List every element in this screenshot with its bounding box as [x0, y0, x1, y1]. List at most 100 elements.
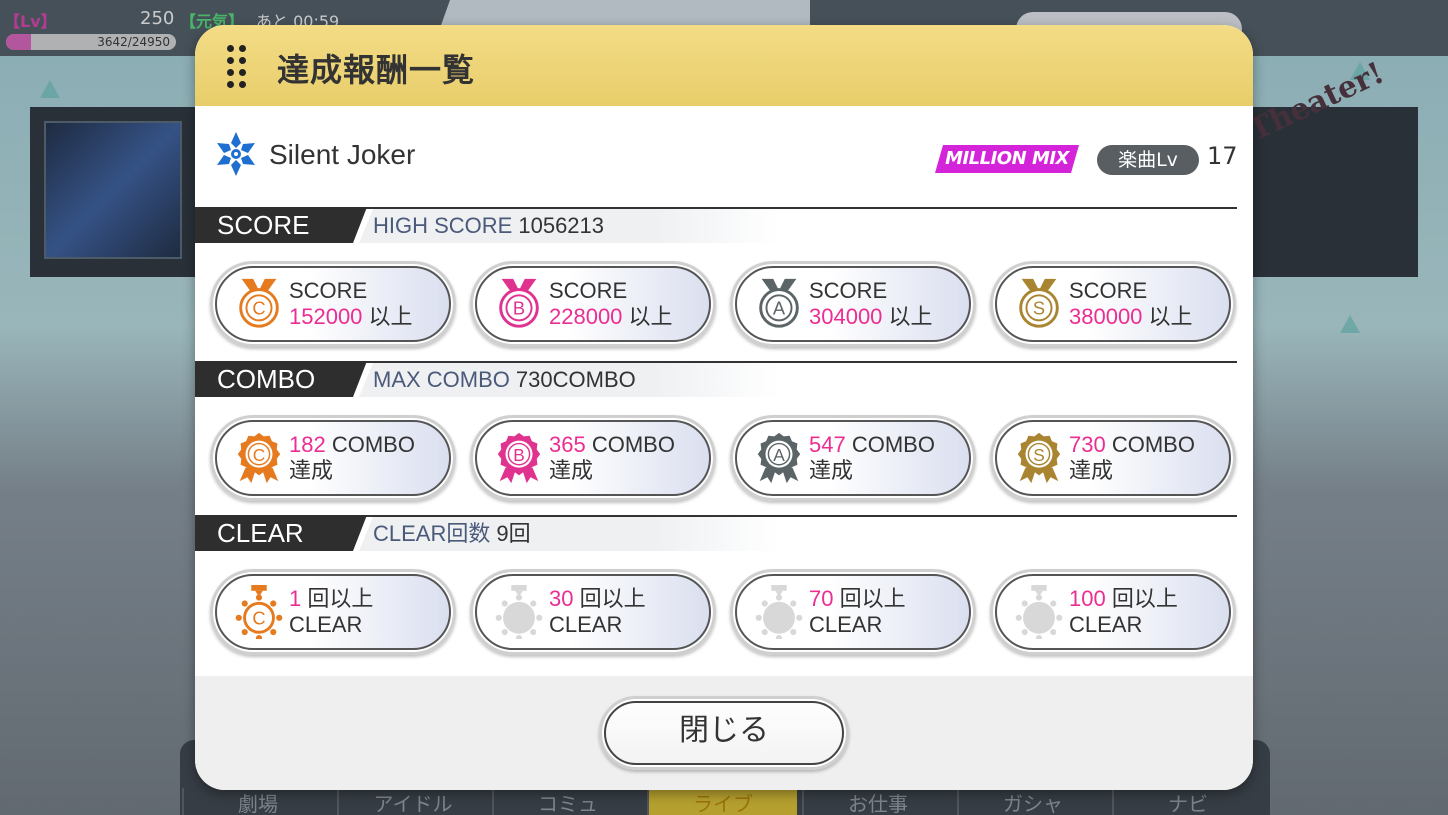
section-label: SCORE	[195, 207, 367, 243]
medal-s-icon: S	[1019, 278, 1059, 328]
reward-condition: 152000 以上	[289, 304, 413, 330]
snowflake-icon	[217, 132, 255, 176]
rosette-b-icon: B	[497, 432, 541, 484]
reward-condition: 1 回以上	[289, 586, 373, 612]
reward-condition: 30 回以上	[549, 586, 646, 612]
close-button[interactable]: 閉じる	[599, 696, 849, 770]
reward-label: 達成	[549, 458, 593, 484]
reward-suffix: 以上	[888, 304, 933, 329]
rosette-a-icon: A	[757, 432, 801, 484]
combo-reward-card[interactable]: S 730 COMBO 達成	[990, 415, 1236, 501]
medal-a-icon: A	[759, 278, 799, 328]
reward-status: 達成	[549, 458, 594, 483]
rosette-s-icon: S	[1017, 432, 1061, 484]
svg-text:S: S	[1033, 445, 1045, 465]
reward-threshold: 30	[549, 586, 574, 611]
reward-label: SCORE	[1069, 278, 1147, 304]
reward-label: CLEAR	[1069, 612, 1142, 638]
clear-reward-card[interactable]: C 1 回以上 CLEAR	[210, 569, 456, 655]
reward-threshold: 730	[1069, 432, 1106, 457]
modal-footer: 閉じる	[195, 676, 1253, 790]
svg-text:S: S	[1033, 298, 1045, 319]
reward-status: 達成	[289, 458, 334, 483]
stat-value: 730COMBO	[515, 367, 636, 392]
reward-threshold: 365	[549, 432, 586, 457]
reward-status: CLEAR	[1069, 612, 1143, 637]
reward-threshold: 70	[809, 586, 834, 611]
combo-reward-card[interactable]: A 547 COMBO 達成	[730, 415, 976, 501]
section-label: COMBO	[195, 361, 367, 397]
reward-suffix: 以上	[628, 304, 673, 329]
svg-text:A: A	[773, 298, 786, 319]
close-button-label: 閉じる	[679, 713, 769, 748]
reward-label: 達成	[1069, 458, 1113, 484]
song-info: Silent Joker MILLION MIX 楽曲Lv 17	[195, 129, 1253, 187]
reward-suffix: 以上	[368, 304, 413, 329]
score-reward-card[interactable]: C SCORE 152000 以上	[210, 261, 456, 347]
reward-condition: 228000 以上	[549, 304, 673, 330]
clear-count: CLEAR回数 9回	[359, 517, 779, 551]
reward-status: CLEAR	[549, 612, 623, 637]
reward-threshold: 228000	[549, 304, 623, 329]
stat-key: HIGH SCORE	[373, 213, 513, 238]
clear-reward-card[interactable]: 70 回以上 CLEAR	[730, 569, 976, 655]
stat-key: CLEAR回数	[373, 521, 491, 546]
reward-label: SCORE	[289, 278, 367, 304]
reward-suffix: COMBO	[591, 432, 675, 457]
reward-label: 達成	[809, 458, 853, 484]
reward-suffix: 回以上	[307, 586, 374, 611]
reward-status: CLEAR	[289, 612, 363, 637]
combo-reward-card[interactable]: C 182 COMBO 達成	[210, 415, 456, 501]
reward-condition: 100 回以上	[1069, 586, 1178, 612]
modal-header: 達成報酬一覧	[195, 25, 1253, 106]
sun-medal-locked-icon	[755, 585, 803, 639]
song-level-value: 17	[1207, 142, 1238, 170]
reward-condition: 304000 以上	[809, 304, 933, 330]
reward-threshold: 100	[1069, 586, 1106, 611]
max-combo: MAX COMBO 730COMBO	[359, 363, 779, 397]
modal-title: 達成報酬一覧	[277, 51, 476, 89]
difficulty-badge: MILLION MIX	[935, 145, 1079, 173]
stat-value: 1056213	[518, 213, 605, 238]
combo-rewards: C 182 COMBO 達成 B 365 COMBO 達成 A 547 COMBO 達成 S 730…	[195, 415, 1253, 505]
reward-type: SCORE	[1069, 278, 1148, 303]
song-title: Silent Joker	[269, 139, 416, 170]
score-reward-card[interactable]: S SCORE 380000 以上	[990, 261, 1236, 347]
reward-suffix: 回以上	[839, 586, 906, 611]
reward-condition: 365 COMBO	[549, 432, 675, 458]
sun-medal-locked-icon	[1015, 585, 1063, 639]
svg-text:C: C	[253, 445, 266, 465]
combo-section-header: COMBO MAX COMBO 730COMBO	[195, 361, 1253, 397]
combo-reward-card[interactable]: B 365 COMBO 達成	[470, 415, 716, 501]
reward-type: SCORE	[289, 278, 368, 303]
score-section-header: SCORE HIGH SCORE 1056213	[195, 207, 1253, 243]
clear-rewards: C1 回以上 CLEAR 30 回以上 CLEAR 70 回以上 CLEAR 100 回以上…	[195, 569, 1253, 659]
song-level-label: 楽曲Lv	[1097, 145, 1199, 175]
reward-threshold: 380000	[1069, 304, 1143, 329]
reward-condition: 182 COMBO	[289, 432, 415, 458]
section-label: CLEAR	[195, 515, 367, 551]
reward-condition: 380000 以上	[1069, 304, 1193, 330]
reward-type: SCORE	[809, 278, 888, 303]
svg-text:B: B	[513, 298, 525, 319]
reward-type: SCORE	[549, 278, 628, 303]
reward-label: 達成	[289, 458, 333, 484]
reward-condition: 547 COMBO	[809, 432, 935, 458]
reward-suffix: 以上	[1148, 304, 1193, 329]
reward-suffix: COMBO	[331, 432, 415, 457]
high-score: HIGH SCORE 1056213	[359, 209, 779, 243]
medal-b-icon: B	[499, 278, 539, 328]
reward-suffix: 回以上	[579, 586, 646, 611]
reward-condition: 730 COMBO	[1069, 432, 1195, 458]
reward-threshold: 152000	[289, 304, 363, 329]
score-reward-card[interactable]: A SCORE 304000 以上	[730, 261, 976, 347]
stat-value: 9回	[496, 521, 531, 546]
score-rewards: C SCORE 152000 以上 B SCORE 228000 以上 A SCORE 3040…	[195, 261, 1253, 351]
clear-reward-card[interactable]: 100 回以上 CLEAR	[990, 569, 1236, 655]
score-reward-card[interactable]: B SCORE 228000 以上	[470, 261, 716, 347]
sun-medal-c-icon: C	[235, 585, 283, 639]
svg-text:B: B	[513, 445, 525, 465]
reward-suffix: COMBO	[1111, 432, 1195, 457]
clear-section-header: CLEAR CLEAR回数 9回	[195, 515, 1253, 551]
clear-reward-card[interactable]: 30 回以上 CLEAR	[470, 569, 716, 655]
